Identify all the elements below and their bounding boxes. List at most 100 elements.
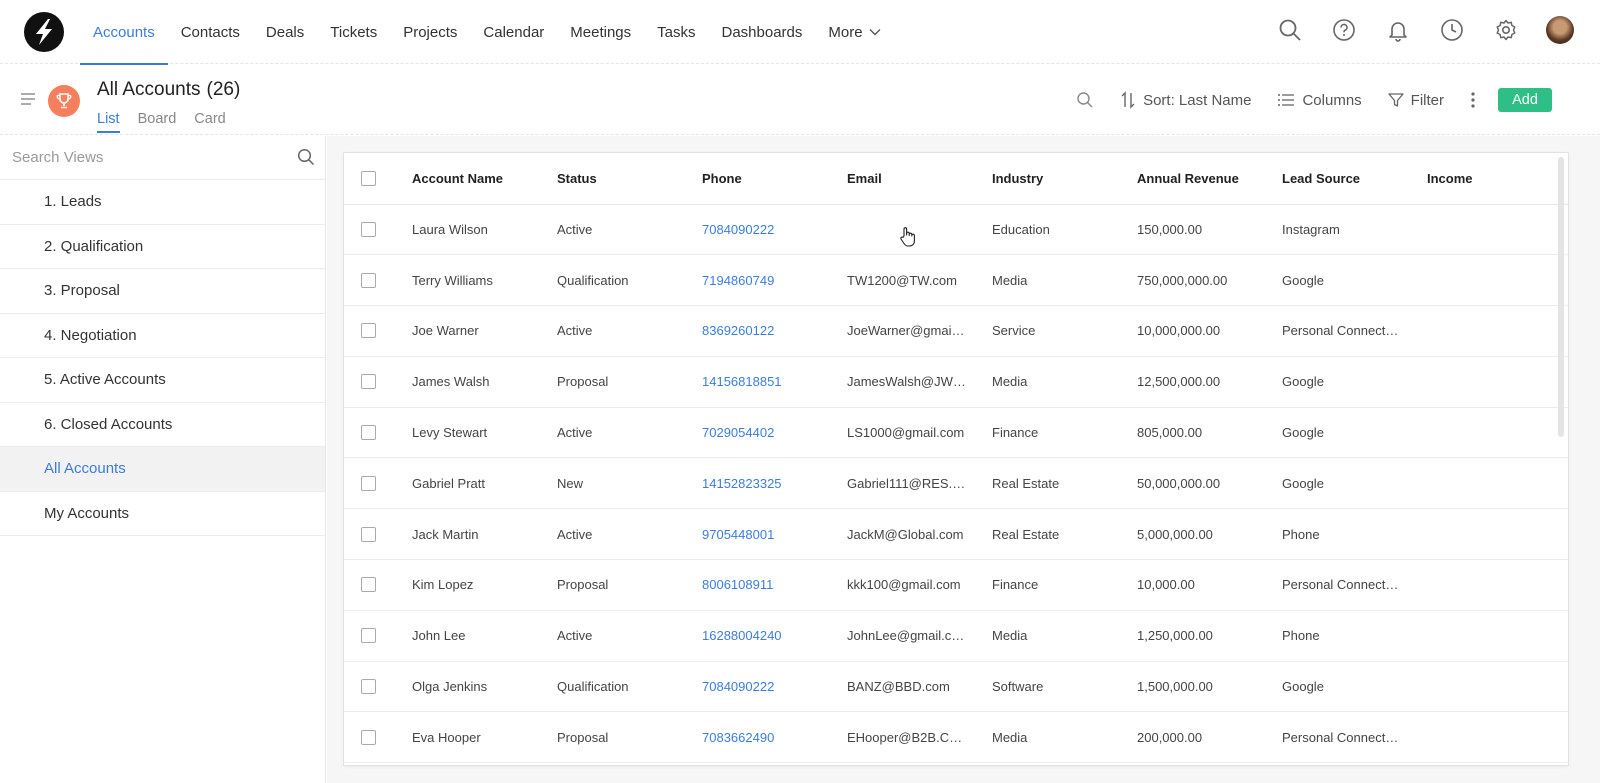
- column-header-income[interactable]: Income: [1427, 153, 1568, 205]
- column-header-phone[interactable]: Phone: [702, 153, 847, 205]
- cell-income: [1427, 559, 1568, 611]
- gear-icon[interactable]: [1492, 16, 1520, 44]
- column-header-annual-revenue[interactable]: Annual Revenue: [1137, 153, 1282, 205]
- cell-account-name: Olga Jenkins: [412, 661, 557, 713]
- cell-email: JackM@Global.com: [847, 508, 992, 561]
- row-checkbox[interactable]: [361, 679, 376, 695]
- column-header-status[interactable]: Status: [557, 153, 702, 205]
- sidebar-item-4-negotiation[interactable]: 4. Negotiation: [0, 314, 325, 358]
- menu-toggle-icon[interactable]: [20, 92, 36, 106]
- search-icon[interactable]: [297, 148, 315, 166]
- record-count: (26): [206, 79, 241, 100]
- table-row[interactable]: Olga Jenkins Qualification 7084090222 BANZ@…: [344, 661, 1568, 713]
- nav-item-accounts[interactable]: Accounts: [80, 0, 168, 65]
- columns-button[interactable]: Columns: [1277, 92, 1362, 109]
- cell-phone[interactable]: 8006108911: [702, 559, 847, 611]
- column-header-industry[interactable]: Industry: [992, 153, 1137, 205]
- search-views: [0, 136, 325, 180]
- nav-item-tasks[interactable]: Tasks: [644, 0, 708, 64]
- main-content: Account Name Status Phone Email Industry Annu…: [327, 136, 1600, 783]
- help-icon[interactable]: [1330, 16, 1358, 44]
- sort-button[interactable]: Sort: Last Name: [1120, 91, 1251, 109]
- row-checkbox[interactable]: [361, 729, 376, 745]
- sidebar-item-6-closed-accounts[interactable]: 6. Closed Accounts: [0, 403, 325, 447]
- add-button[interactable]: Add: [1498, 88, 1552, 112]
- nav-item-calendar[interactable]: Calendar: [470, 0, 557, 64]
- nav-item-projects[interactable]: Projects: [390, 0, 470, 64]
- page-title: All Accounts (26): [97, 79, 240, 101]
- cell-phone[interactable]: 8369260122: [702, 305, 847, 357]
- table-search-button[interactable]: [1076, 91, 1094, 109]
- sidebar-item-5-active-accounts[interactable]: 5. Active Accounts: [0, 358, 325, 403]
- nav-item-more[interactable]: More: [815, 0, 893, 64]
- filter-button[interactable]: Filter: [1388, 92, 1444, 109]
- cell-lead-source: Instagram: [1282, 204, 1427, 256]
- column-header-email[interactable]: Email: [847, 153, 992, 205]
- nav-item-deals[interactable]: Deals: [253, 0, 317, 64]
- more-options-button[interactable]: [1470, 91, 1476, 109]
- table-row[interactable]: Terry Williams Qualification 7194860749 TW1…: [344, 254, 1568, 307]
- toolbar: Sort: Last Name Columns Filter Add: [1076, 87, 1552, 113]
- cell-status: Active: [557, 407, 702, 459]
- sidebar-item-3-proposal[interactable]: 3. Proposal: [0, 269, 325, 314]
- select-all-checkbox[interactable]: [361, 170, 376, 186]
- cell-phone[interactable]: 14156818851: [702, 356, 847, 408]
- cell-phone[interactable]: 14152823325: [702, 457, 847, 510]
- cell-industry: Software: [992, 661, 1137, 713]
- row-checkbox[interactable]: [361, 628, 376, 644]
- row-checkbox[interactable]: [361, 526, 376, 542]
- tab-card[interactable]: Card: [194, 111, 225, 133]
- search-views-input[interactable]: [12, 149, 272, 166]
- nav-item-dashboards[interactable]: Dashboards: [709, 0, 816, 64]
- cell-annual-revenue: 5,000,000.00: [1137, 508, 1282, 561]
- row-checkbox[interactable]: [361, 577, 376, 593]
- user-avatar[interactable]: [1546, 16, 1574, 44]
- page-title-text: All Accounts: [97, 79, 201, 100]
- nav-item-meetings[interactable]: Meetings: [557, 0, 644, 64]
- tab-list[interactable]: List: [97, 111, 120, 133]
- cell-status: Proposal: [557, 711, 702, 764]
- row-checkbox[interactable]: [361, 425, 376, 441]
- cell-phone[interactable]: 16288004240: [702, 610, 847, 662]
- cell-lead-source: Personal Connect…: [1282, 711, 1427, 764]
- page-header: All Accounts (26) List Board Card Sort: Las…: [0, 65, 1600, 135]
- table-row[interactable]: Laura Wilson Active 7084090222 Education 150…: [344, 204, 1568, 256]
- table-row[interactable]: Joe Warner Active 8369260122 JoeWarner@gmai…: [344, 305, 1568, 357]
- sidebar-item-1-leads[interactable]: 1. Leads: [0, 180, 325, 225]
- cell-phone[interactable]: 7084090222: [702, 661, 847, 713]
- sidebar-item-my-accounts[interactable]: My Accounts: [0, 492, 325, 536]
- table-row[interactable]: Jack Martin Active 9705448001 JackM@Global.…: [344, 508, 1568, 561]
- table-row[interactable]: James Walsh Proposal 14156818851 JamesWalsh…: [344, 356, 1568, 408]
- cell-account-name: Kim Lopez: [412, 559, 557, 611]
- bell-icon[interactable]: [1384, 16, 1412, 44]
- tab-board[interactable]: Board: [138, 111, 177, 133]
- table-row[interactable]: Levy Stewart Active 7029054402 LS1000@gmail…: [344, 407, 1568, 459]
- global-search-icon[interactable]: [1276, 16, 1304, 44]
- sidebar-item-all-accounts[interactable]: All Accounts: [0, 447, 325, 492]
- table-row[interactable]: John Lee Active 16288004240 JohnLee@gmail.c…: [344, 610, 1568, 662]
- table-row[interactable]: Kim Lopez Proposal 8006108911 kkk100@gmail.…: [344, 559, 1568, 611]
- app-logo[interactable]: [24, 12, 64, 52]
- cell-phone[interactable]: 7029054402: [702, 407, 847, 459]
- clock-icon[interactable]: [1438, 16, 1466, 44]
- row-checkbox[interactable]: [361, 475, 376, 491]
- column-header-lead-source[interactable]: Lead Source: [1282, 153, 1427, 205]
- row-checkbox[interactable]: [361, 272, 376, 288]
- cell-account-name: Terry Williams: [412, 254, 557, 307]
- row-checkbox[interactable]: [361, 323, 376, 339]
- cell-phone[interactable]: 7084090222: [702, 204, 847, 256]
- table-row[interactable]: Gabriel Pratt New 14152823325 Gabriel111@RE…: [344, 457, 1568, 510]
- row-checkbox[interactable]: [361, 374, 376, 390]
- cell-phone[interactable]: 7083662490: [702, 711, 847, 764]
- row-checkbox[interactable]: [361, 221, 376, 237]
- cell-lead-source: Google: [1282, 356, 1427, 408]
- cell-phone[interactable]: 7194860749: [702, 254, 847, 307]
- cell-status: Qualification: [557, 254, 702, 307]
- table-row[interactable]: Eva Hooper Proposal 7083662490 EHooper@B2B.…: [344, 711, 1568, 764]
- nav-item-contacts[interactable]: Contacts: [168, 0, 253, 64]
- vertical-scrollbar[interactable]: [1558, 157, 1564, 437]
- sidebar-item-2-qualification[interactable]: 2. Qualification: [0, 225, 325, 269]
- cell-phone[interactable]: 9705448001: [702, 508, 847, 561]
- column-header-account-name[interactable]: Account Name: [412, 153, 557, 205]
- nav-item-tickets[interactable]: Tickets: [317, 0, 390, 64]
